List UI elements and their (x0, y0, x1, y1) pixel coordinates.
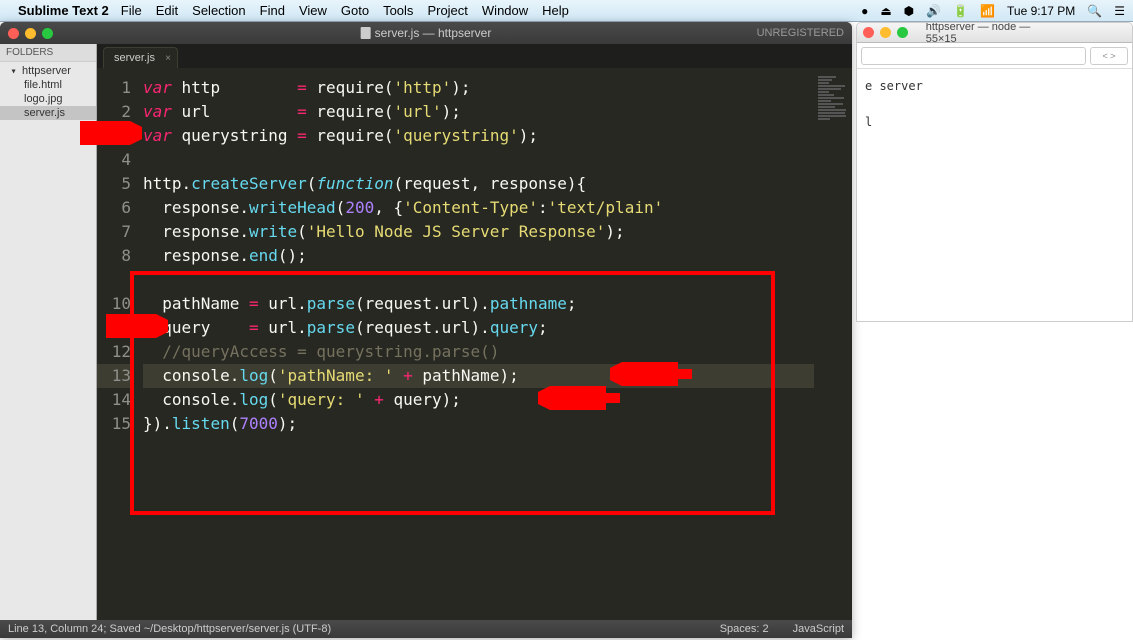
unregistered-label: UNREGISTERED (757, 27, 844, 39)
tab-label: server.js (114, 52, 155, 64)
menu-file[interactable]: File (121, 3, 142, 18)
line-number: 10 (97, 292, 131, 316)
menubar-status-icon[interactable]: ☰ (1114, 4, 1125, 18)
terminal-nav-buttons[interactable]: < > (1090, 47, 1128, 65)
menu-find[interactable]: Find (260, 3, 285, 18)
app-name[interactable]: Sublime Text 2 (18, 3, 109, 18)
terminal-window: httpserver — node — 55×15 < > e server l (856, 22, 1133, 322)
status-bar: Line 13, Column 24; Saved ~/Desktop/http… (0, 620, 852, 638)
menubar-status-icon[interactable]: 🔊 (926, 4, 941, 18)
zoom-window-icon[interactable] (42, 28, 53, 39)
menu-goto[interactable]: Goto (341, 3, 369, 18)
tree-file[interactable]: server.js (0, 106, 96, 120)
code-line[interactable]: //queryAccess = querystring.parse() (143, 340, 814, 364)
tab-server-js[interactable]: server.js × (103, 47, 178, 68)
terminal-titlebar[interactable]: httpserver — node — 55×15 (857, 23, 1132, 43)
menubar-status-icon[interactable]: 📶 (980, 4, 995, 18)
code-line[interactable]: response.write('Hello Node JS Server Res… (143, 220, 814, 244)
code-line[interactable] (143, 148, 814, 172)
line-number: 2 (97, 100, 131, 124)
line-number: 7 (97, 220, 131, 244)
code-line[interactable]: var http = require('http'); (143, 76, 814, 100)
window-title: server.js — httpserver (375, 26, 492, 40)
tree-file[interactable]: logo.jpg (0, 92, 96, 106)
line-number: 3 (97, 124, 131, 148)
line-number: 4 (97, 148, 131, 172)
code-line[interactable]: http.createServer(function(request, resp… (143, 172, 814, 196)
tree-file[interactable]: file.html (0, 78, 96, 92)
code-line[interactable] (143, 268, 814, 292)
tree-folder-root[interactable]: httpserver (0, 64, 96, 78)
line-gutter: 12345678101112131415 (97, 68, 139, 620)
menu-window[interactable]: Window (482, 3, 528, 18)
menubar-status-icon[interactable]: ● (861, 4, 868, 18)
close-window-icon[interactable] (863, 27, 874, 38)
tab-bar: server.js × (97, 44, 852, 68)
close-tab-icon[interactable]: × (165, 53, 171, 64)
terminal-body[interactable]: e server l (857, 69, 1132, 139)
menu-project[interactable]: Project (427, 3, 467, 18)
line-number: 11 (97, 316, 131, 340)
terminal-toolbar: < > (857, 43, 1132, 69)
terminal-path-field[interactable] (861, 47, 1086, 65)
code-line[interactable]: console.log('query: ' + query); (143, 388, 814, 412)
menubar-status-icon[interactable]: 🔍 (1087, 4, 1102, 18)
document-icon (361, 27, 371, 39)
line-number: 1 (97, 76, 131, 100)
status-left: Line 13, Column 24; Saved ~/Desktop/http… (8, 623, 331, 635)
line-number: 13 (97, 364, 131, 388)
menubar-status-icon[interactable]: ⏏ (880, 4, 891, 18)
folders-header: FOLDERS (0, 44, 96, 62)
terminal-title: httpserver — node — 55×15 (926, 22, 1064, 45)
menu-edit[interactable]: Edit (156, 3, 178, 18)
menubar-status-icon[interactable]: ⬢ (904, 4, 914, 18)
line-number: 15 (97, 412, 131, 436)
line-number: 8 (97, 244, 131, 268)
line-number: 5 (97, 172, 131, 196)
zoom-window-icon[interactable] (897, 27, 908, 38)
minimize-window-icon[interactable] (880, 27, 891, 38)
status-spaces[interactable]: Spaces: 2 (720, 623, 769, 635)
code-line[interactable]: response.end(); (143, 244, 814, 268)
line-number: 14 (97, 388, 131, 412)
code-line[interactable]: response.writeHead(200, {'Content-Type':… (143, 196, 814, 220)
status-language[interactable]: JavaScript (793, 623, 844, 635)
menu-selection[interactable]: Selection (192, 3, 245, 18)
code-line[interactable]: var url = require('url'); (143, 100, 814, 124)
line-number: 12 (97, 340, 131, 364)
line-number (97, 268, 131, 292)
code-line[interactable]: query = url.parse(request.url).query; (143, 316, 814, 340)
code-line[interactable]: var querystring = require('querystring')… (143, 124, 814, 148)
folders-sidebar: FOLDERS httpserver file.htmllogo.jpgserv… (0, 44, 97, 620)
menu-tools[interactable]: Tools (383, 3, 413, 18)
menu-help[interactable]: Help (542, 3, 569, 18)
sublime-window: server.js — httpserver UNREGISTERED FOLD… (0, 22, 852, 638)
minimize-window-icon[interactable] (25, 28, 36, 39)
menu-view[interactable]: View (299, 3, 327, 18)
window-titlebar[interactable]: server.js — httpserver UNREGISTERED (0, 22, 852, 44)
code-editor[interactable]: 12345678101112131415 var http = require(… (97, 68, 852, 620)
mac-menubar: Sublime Text 2 File Edit Selection Find View… (0, 0, 1133, 22)
code-line[interactable]: }).listen(7000); (143, 412, 814, 436)
code-area[interactable]: var http = require('http');var url = req… (139, 68, 814, 620)
code-line[interactable]: console.log('pathName: ' + pathName); (143, 364, 814, 388)
desktop: server.js — httpserver UNREGISTERED FOLD… (0, 22, 1133, 640)
code-line[interactable]: pathName = url.parse(request.url).pathna… (143, 292, 814, 316)
menubar-status-icon[interactable]: 🔋 (953, 4, 968, 18)
close-window-icon[interactable] (8, 28, 19, 39)
minimap[interactable] (814, 68, 852, 620)
line-number: 6 (97, 196, 131, 220)
menubar-status-icon[interactable]: Tue 9:17 PM (1007, 4, 1075, 18)
